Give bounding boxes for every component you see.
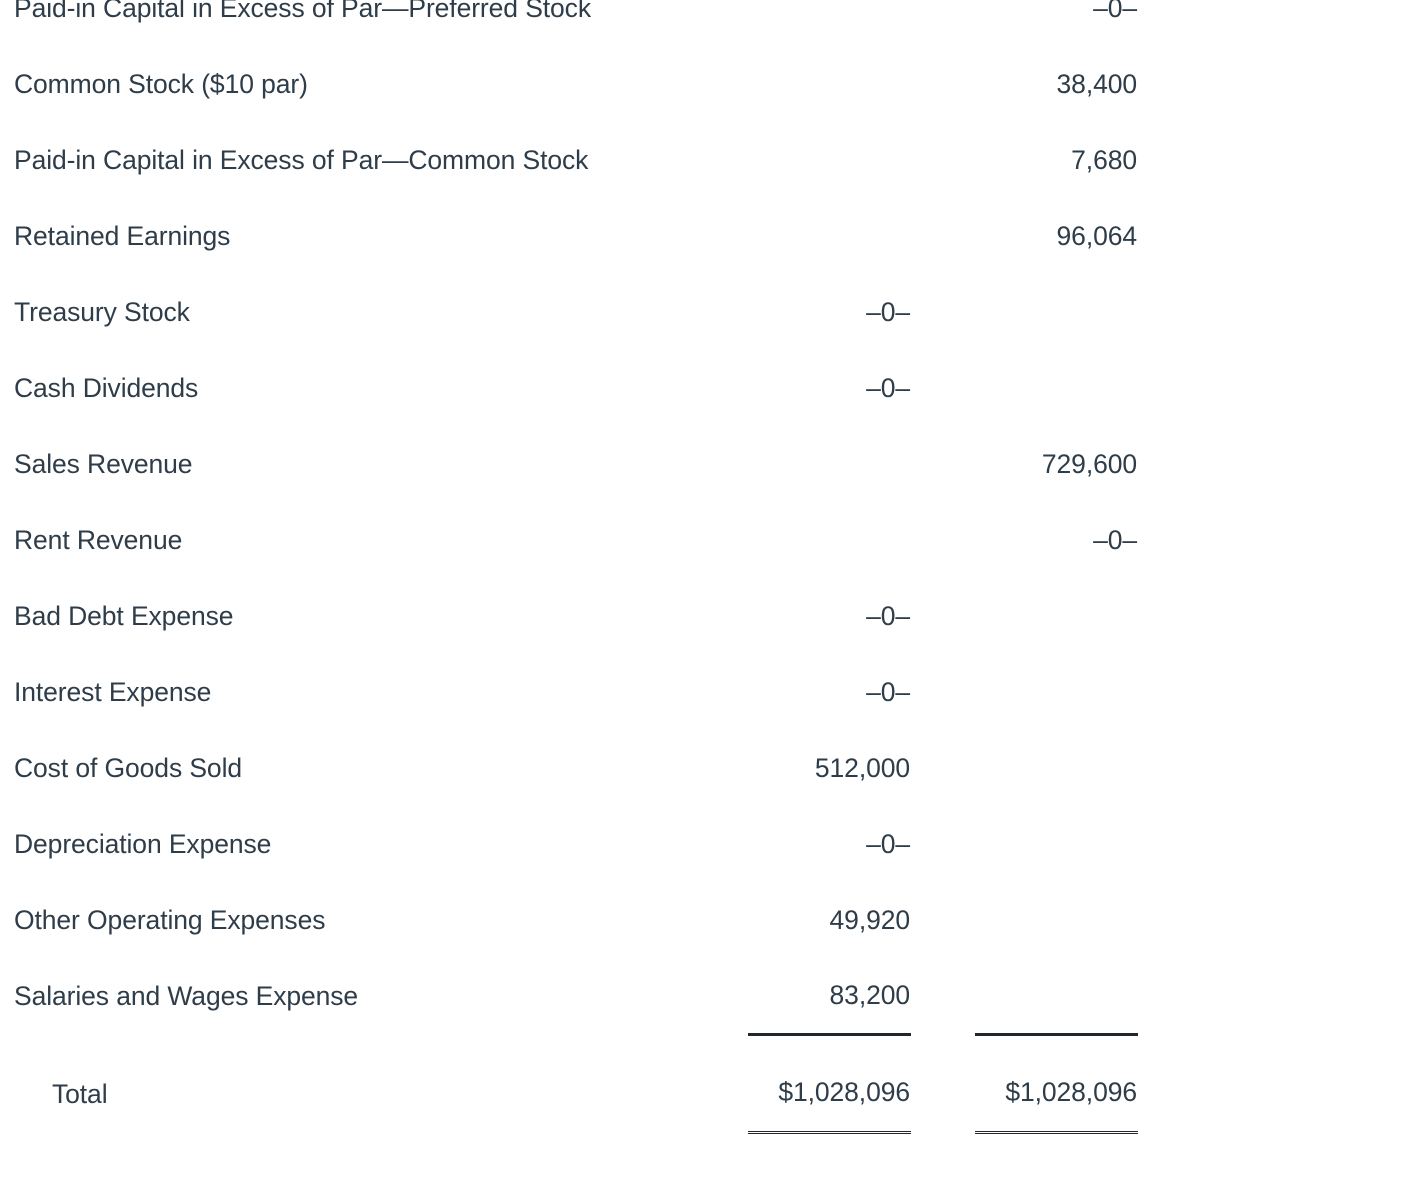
credit-amount bbox=[975, 806, 1138, 882]
debit-amount bbox=[748, 46, 911, 122]
table-row: Other Operating Expenses 49,920 bbox=[0, 882, 1138, 958]
credit-amount: 38,400 bbox=[1056, 68, 1138, 99]
account-label: Treasury Stock bbox=[14, 296, 190, 327]
account-label: Salaries and Wages Expense bbox=[14, 980, 359, 1011]
credit-amount bbox=[975, 730, 1138, 806]
account-label: Paid-in Capital in Excess of Par—Common … bbox=[14, 144, 589, 175]
column-gap bbox=[911, 502, 975, 578]
column-gap bbox=[911, 122, 975, 198]
column-gap bbox=[911, 46, 975, 122]
debit-amount bbox=[748, 198, 911, 274]
credit-amount: –0– bbox=[1093, 0, 1137, 23]
debit-amount bbox=[748, 426, 911, 502]
trial-balance-body: Paid-in Capital in Excess of Par—Preferr… bbox=[0, 0, 1138, 1134]
account-label: Retained Earnings bbox=[14, 220, 231, 251]
total-credit-amount: $1,028,096 bbox=[975, 1056, 1138, 1134]
table-row: Cash Dividends –0– bbox=[0, 350, 1138, 426]
credit-amount bbox=[975, 654, 1138, 730]
credit-amount: –0– bbox=[1093, 524, 1137, 555]
total-label: Total bbox=[52, 1078, 108, 1109]
trial-balance-document: Paid-in Capital in Excess of Par—Preferr… bbox=[0, 0, 1408, 1134]
credit-amount bbox=[975, 882, 1138, 958]
credit-amount: 729,600 bbox=[1041, 448, 1137, 479]
account-label: Cost of Goods Sold bbox=[14, 752, 242, 783]
credit-amount: 7,680 bbox=[1071, 144, 1137, 175]
account-label: Paid-in Capital in Excess of Par—Preferr… bbox=[14, 0, 591, 23]
account-label: Other Operating Expenses bbox=[14, 904, 326, 935]
total-debit-amount: $1,028,096 bbox=[748, 1056, 911, 1134]
column-gap bbox=[911, 654, 975, 730]
column-gap bbox=[911, 578, 975, 654]
debit-amount bbox=[748, 502, 911, 578]
column-gap bbox=[911, 730, 975, 806]
table-row: Interest Expense –0– bbox=[0, 654, 1138, 730]
account-label: Depreciation Expense bbox=[14, 828, 272, 859]
credit-amount bbox=[975, 274, 1138, 350]
column-gap bbox=[911, 806, 975, 882]
column-gap bbox=[911, 274, 975, 350]
column-gap bbox=[911, 958, 975, 1034]
table-row: Depreciation Expense –0– bbox=[0, 806, 1138, 882]
account-label: Common Stock ($10 par) bbox=[14, 68, 308, 99]
column-gap bbox=[911, 0, 975, 46]
debit-amount bbox=[748, 122, 911, 198]
table-row: Bad Debt Expense –0– bbox=[0, 578, 1138, 654]
table-row: Paid-in Capital in Excess of Par—Preferr… bbox=[0, 0, 1138, 46]
credit-amount bbox=[975, 350, 1138, 426]
column-gap bbox=[911, 350, 975, 426]
trial-balance-table: Paid-in Capital in Excess of Par—Preferr… bbox=[0, 0, 1138, 1134]
spacer-cell bbox=[911, 1034, 975, 1056]
total-row: Total $1,028,096 $1,028,096 bbox=[0, 1056, 1138, 1134]
account-label: Interest Expense bbox=[14, 676, 212, 707]
debit-amount: –0– bbox=[866, 296, 910, 327]
debit-amount: 49,920 bbox=[829, 904, 911, 935]
column-gap bbox=[911, 198, 975, 274]
total-spacer bbox=[0, 1034, 1138, 1056]
debit-amount: –0– bbox=[866, 600, 910, 631]
column-gap bbox=[911, 1056, 975, 1132]
table-row-last-before-total: Salaries and Wages Expense 83,200 bbox=[0, 958, 1138, 1036]
column-gap bbox=[911, 882, 975, 958]
debit-amount: –0– bbox=[866, 372, 910, 403]
credit-amount: 96,064 bbox=[1056, 220, 1138, 251]
table-row: Rent Revenue –0– bbox=[0, 502, 1138, 578]
debit-amount: –0– bbox=[866, 676, 910, 707]
account-label: Sales Revenue bbox=[14, 448, 193, 479]
account-label: Rent Revenue bbox=[14, 524, 183, 555]
table-row: Common Stock ($10 par) 38,400 bbox=[0, 46, 1138, 122]
table-row: Sales Revenue 729,600 bbox=[0, 426, 1138, 502]
table-row: Retained Earnings 96,064 bbox=[0, 198, 1138, 274]
table-row: Treasury Stock –0– bbox=[0, 274, 1138, 350]
credit-amount bbox=[975, 958, 1138, 1036]
table-row: Paid-in Capital in Excess of Par—Common … bbox=[0, 122, 1138, 198]
account-label: Bad Debt Expense bbox=[14, 600, 234, 631]
account-label: Cash Dividends bbox=[14, 372, 199, 403]
spacer-cell bbox=[975, 1034, 1138, 1056]
debit-amount: –0– bbox=[866, 828, 910, 859]
spacer-cell bbox=[748, 1034, 911, 1056]
spacer-cell bbox=[0, 1034, 748, 1056]
debit-amount: 512,000 bbox=[814, 752, 910, 783]
credit-amount bbox=[975, 578, 1138, 654]
debit-amount bbox=[748, 0, 911, 46]
table-row: Cost of Goods Sold 512,000 bbox=[0, 730, 1138, 806]
debit-amount: 83,200 bbox=[748, 958, 911, 1036]
column-gap bbox=[911, 426, 975, 502]
